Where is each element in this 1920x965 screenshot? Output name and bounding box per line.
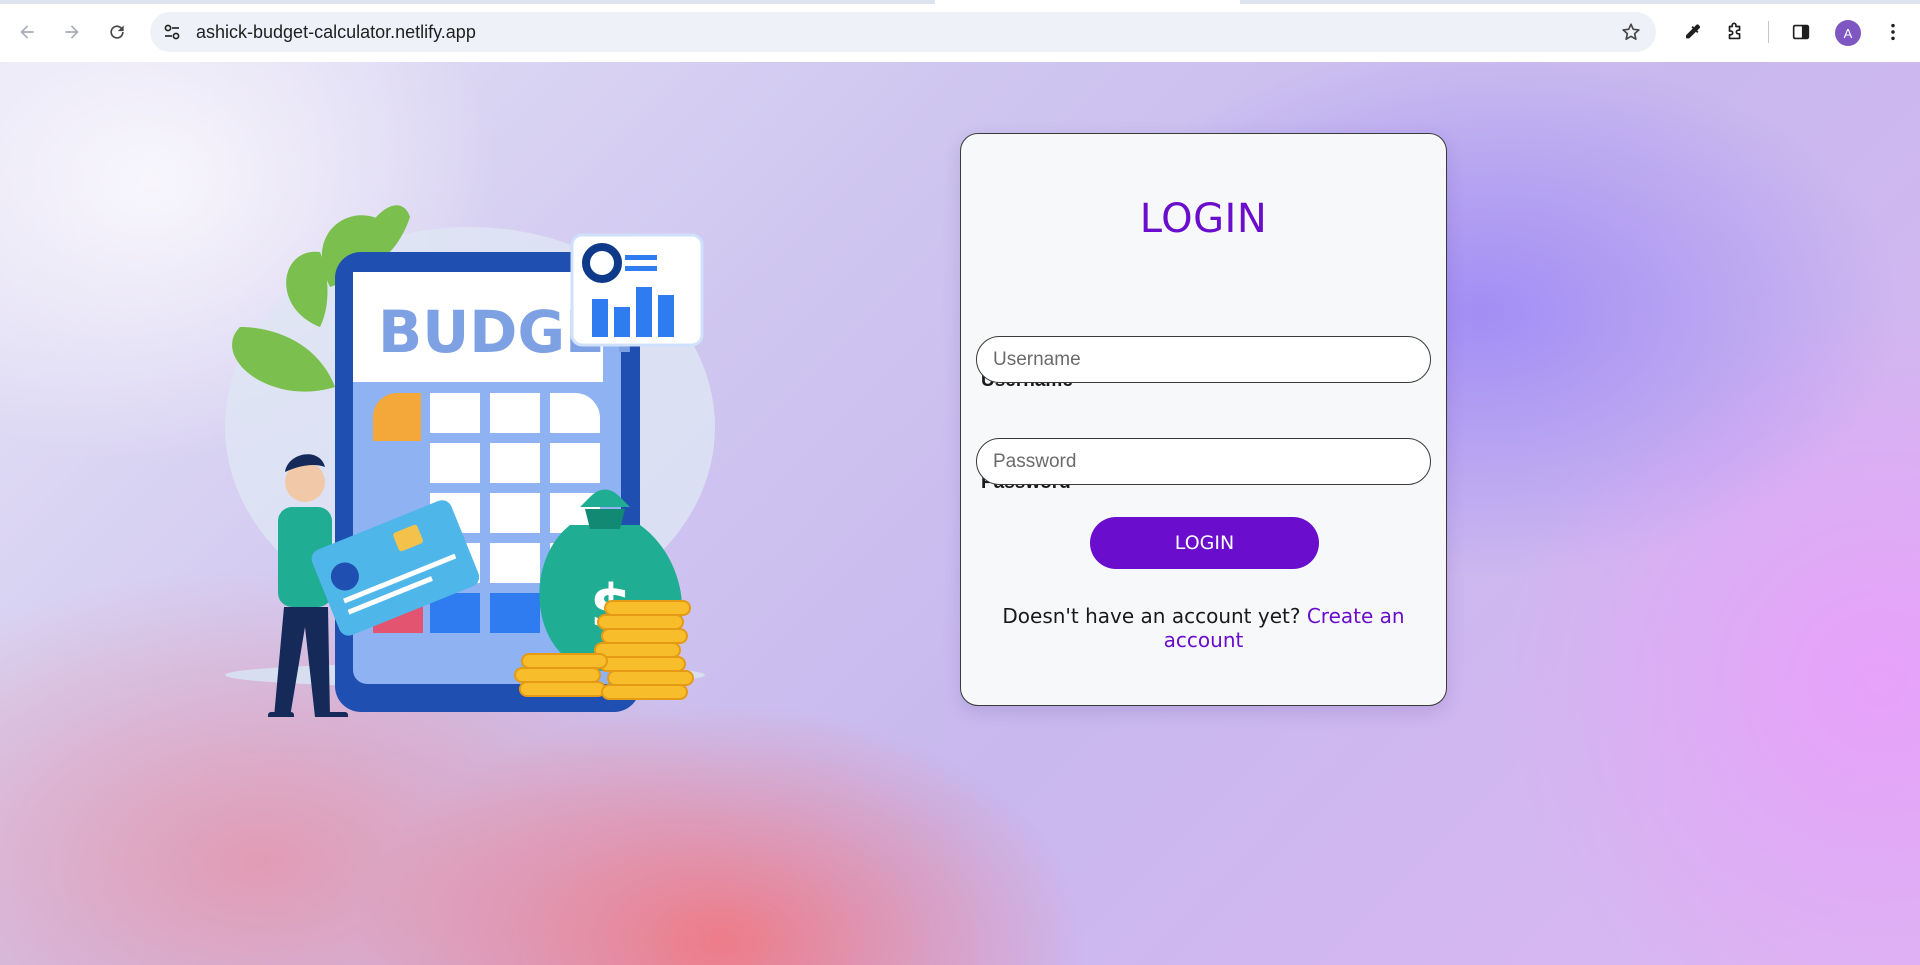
signup-prompt-text: Doesn't have an account yet? [1002, 604, 1301, 628]
side-panel-button[interactable] [1786, 17, 1816, 47]
tab-strip [0, 0, 1920, 4]
login-page: BUDGET LOGIN Username LOGIN Doesn't have… [0, 62, 1920, 965]
toolbar-separator [1768, 21, 1769, 43]
puzzle-icon [1728, 22, 1741, 40]
login-button[interactable]: LOGIN [1090, 517, 1319, 569]
star-icon[interactable] [1620, 21, 1642, 43]
forward-button[interactable] [54, 14, 90, 50]
url-text[interactable]: ashick-budget-calculator.netlify.app [196, 22, 476, 42]
site-settings-icon[interactable] [162, 22, 182, 42]
side-panel-icon [1792, 24, 1810, 40]
username-input[interactable] [976, 336, 1431, 383]
chart-card-icon [570, 233, 704, 347]
kebab-menu-icon [1891, 23, 1895, 41]
address-bar[interactable]: ashick-budget-calculator.netlify.app [150, 12, 1656, 52]
reload-button[interactable] [99, 14, 135, 50]
active-tab-indicator [935, 0, 1240, 4]
budget-calculator-illustration: BUDGET [225, 205, 715, 717]
eyedropper-icon [1686, 24, 1700, 39]
back-arrow-icon [20, 25, 34, 39]
menu-button[interactable] [1878, 17, 1908, 47]
browser-toolbar: ashick-budget-calculator.netlify.app A [0, 0, 1920, 62]
login-title: LOGIN [1139, 196, 1268, 242]
password-input[interactable] [976, 438, 1431, 485]
reload-icon [110, 25, 124, 39]
eyedropper-button[interactable] [1677, 17, 1707, 47]
signup-prompt: Doesn't have an account yet? Create an a… [961, 604, 1446, 652]
profile-avatar[interactable]: A [1835, 20, 1861, 46]
extensions-button[interactable] [1720, 17, 1750, 47]
forward-arrow-icon [65, 25, 79, 39]
back-button[interactable] [9, 14, 45, 50]
login-card: LOGIN Username Password LOGIN Doesn't ha… [960, 133, 1447, 706]
